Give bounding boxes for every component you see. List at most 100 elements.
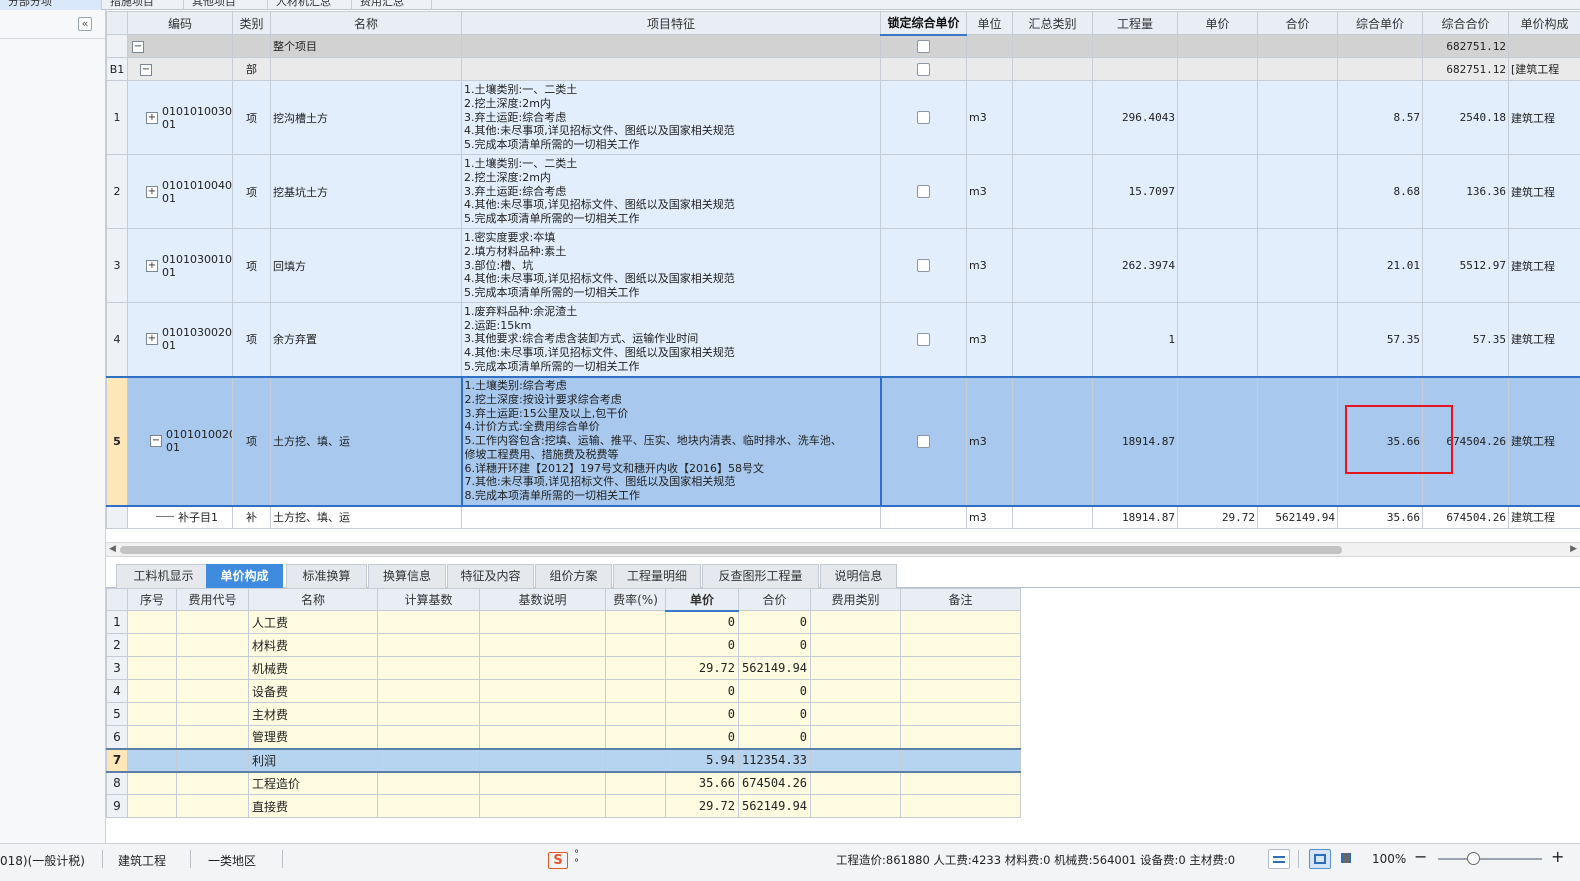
item-features[interactable]: 1.密实度要求:夲填 2.填方材料品种:素土 3.部位:槽、坑 4.其他:未尽事项,详… bbox=[461, 228, 881, 303]
fee-unit-price[interactable]: 0 bbox=[665, 725, 739, 749]
horizontal-scrollbar[interactable]: ◀ ▶ bbox=[106, 542, 1580, 557]
top-tab-0[interactable]: 分部分项 bbox=[0, 0, 102, 10]
tab-quantity-details[interactable]: 工程量明细 bbox=[613, 564, 701, 588]
fee-code[interactable] bbox=[176, 656, 249, 680]
tax-mode-text[interactable]: 018)(一般计税) bbox=[0, 852, 85, 869]
fee-remark[interactable] bbox=[900, 771, 1021, 795]
fee-base-desc[interactable] bbox=[479, 656, 606, 680]
fee-remark[interactable] bbox=[900, 679, 1021, 703]
fee-seq[interactable] bbox=[127, 747, 177, 773]
expand-icon[interactable]: + bbox=[146, 111, 158, 124]
fee-category[interactable] bbox=[810, 633, 901, 657]
fee-calc-base[interactable] bbox=[377, 794, 480, 818]
fee-unit-price[interactable]: 0 bbox=[665, 679, 739, 703]
fee-name[interactable]: 主材费 bbox=[248, 702, 378, 726]
top-tab-3[interactable]: 人材机汇总 bbox=[268, 0, 352, 10]
lower-header-calc-base[interactable]: 计算基数 bbox=[377, 588, 480, 611]
fee-total[interactable]: 562149.94 bbox=[738, 656, 811, 680]
header-composite-price[interactable]: 综合单价 bbox=[1337, 11, 1423, 35]
fee-rate[interactable] bbox=[605, 633, 666, 657]
fee-base-desc[interactable] bbox=[479, 633, 606, 657]
list-item[interactable]: 4 设备费 0 0 bbox=[106, 679, 1021, 703]
fee-total[interactable]: 0 bbox=[738, 633, 811, 657]
top-tab-4[interactable]: 费用汇总 bbox=[352, 0, 432, 10]
fee-total[interactable]: 0 bbox=[738, 725, 811, 749]
layout-view-2-icon[interactable] bbox=[1309, 849, 1331, 869]
table-row[interactable]: 2 +0101010040 01 项挖基坑土方 1.土壤类别:一、二类土 2.挖土深度:2… bbox=[106, 154, 1580, 229]
tab-price-composition[interactable]: 单价构成 bbox=[206, 564, 283, 588]
fee-unit-price[interactable]: 0 bbox=[665, 633, 739, 657]
fee-base-desc[interactable] bbox=[479, 610, 606, 634]
ime-icon[interactable]: ° ° bbox=[574, 850, 579, 869]
table-row-summary[interactable]: − 整个项目 682751.12 bbox=[106, 34, 1580, 58]
fee-rate[interactable] bbox=[605, 610, 666, 634]
tab-description-info[interactable]: 说明信息 bbox=[820, 564, 897, 588]
fee-base-desc[interactable] bbox=[479, 747, 606, 773]
header-lock-price[interactable]: 锁定综合单价 bbox=[880, 11, 967, 36]
fee-remark[interactable] bbox=[900, 610, 1021, 634]
fee-name[interactable]: 管理费 bbox=[248, 725, 378, 749]
lower-header-unit-price[interactable]: 单价 bbox=[665, 588, 739, 612]
fee-total[interactable]: 0 bbox=[738, 679, 811, 703]
fee-rate[interactable] bbox=[605, 725, 666, 749]
lock-price-checkbox[interactable] bbox=[917, 185, 930, 199]
fee-remark[interactable] bbox=[900, 747, 1021, 773]
item-features[interactable]: 1.土壤类别:一、二类土 2.挖土深度:2m内 3.弃土运距:综合考虑 4.其他:未尽… bbox=[461, 154, 881, 229]
list-item[interactable]: 7 利润 5.94 112354.33 bbox=[106, 747, 1021, 773]
list-item[interactable]: 3 机械费 29.72 562149.94 bbox=[106, 656, 1021, 680]
tab-pricing-scheme[interactable]: 组价方案 bbox=[535, 564, 612, 588]
fee-seq[interactable] bbox=[127, 610, 177, 634]
fee-seq[interactable] bbox=[127, 771, 177, 795]
lower-header-name[interactable]: 名称 bbox=[248, 588, 378, 611]
scroll-right-icon[interactable]: ▶ bbox=[1570, 544, 1577, 554]
fee-total[interactable]: 112354.33 bbox=[738, 747, 811, 773]
fee-calc-base[interactable] bbox=[377, 747, 480, 773]
zoom-slider-knob[interactable] bbox=[1467, 852, 1480, 865]
fee-seq[interactable] bbox=[127, 633, 177, 657]
fee-code[interactable] bbox=[176, 771, 249, 795]
layout-view-1-icon[interactable] bbox=[1268, 849, 1290, 869]
fee-rate[interactable] bbox=[605, 771, 666, 795]
table-row[interactable]: 5−0101010020 01 项土方挖、填、运 1.土壤类别:综合考虑 2.挖土深度:… bbox=[106, 375, 1580, 507]
lock-price-checkbox[interactable] bbox=[917, 434, 931, 448]
list-item[interactable]: 2 材料费 0 0 bbox=[106, 633, 1021, 657]
fee-remark[interactable] bbox=[900, 656, 1021, 680]
top-tab-1[interactable]: 措施项目 bbox=[102, 0, 184, 10]
fee-unit-price[interactable]: 29.72 bbox=[665, 656, 739, 680]
scrollbar-thumb[interactable] bbox=[120, 546, 1342, 554]
table-row[interactable]: 1 +0101010030 01 项挖沟槽土方 1.土壤类别:一、二类土 2.挖土深度:2… bbox=[106, 80, 1580, 155]
header-name[interactable]: 名称 bbox=[270, 11, 462, 35]
fee-seq[interactable] bbox=[127, 679, 177, 703]
fee-unit-price[interactable]: 0 bbox=[665, 610, 739, 634]
lower-header-fee-code[interactable]: 费用代号 bbox=[176, 588, 249, 611]
fee-seq[interactable] bbox=[127, 725, 177, 749]
tab-features-content[interactable]: 特征及内容 bbox=[447, 564, 534, 588]
fee-name[interactable]: 直接费 bbox=[248, 794, 378, 818]
fee-code[interactable] bbox=[176, 725, 249, 749]
fee-name[interactable]: 机械费 bbox=[248, 656, 378, 680]
list-item[interactable]: 6 管理费 0 0 bbox=[106, 725, 1021, 749]
project-type-text[interactable]: 建筑工程 bbox=[118, 852, 166, 869]
table-row-part[interactable]: B1 − 部 682751.12 [建筑工程 bbox=[106, 57, 1580, 81]
lock-price-checkbox[interactable] bbox=[917, 40, 930, 53]
header-composite-total[interactable]: 综合合价 bbox=[1422, 11, 1509, 35]
lower-header-base-desc[interactable]: 基数说明 bbox=[479, 588, 606, 611]
item-features[interactable]: 1.废弃料品种:余泥渣土 2.运距:15km 3.其他要求:综合考虑含装卸方式、运输… bbox=[461, 302, 881, 377]
fee-rate[interactable] bbox=[605, 679, 666, 703]
tab-labor-material-machine[interactable]: 工料机显示 bbox=[116, 564, 211, 588]
fee-name[interactable]: 材料费 bbox=[248, 633, 378, 657]
lock-price-checkbox[interactable] bbox=[917, 62, 930, 76]
lower-header-fee-category[interactable]: 费用类别 bbox=[810, 588, 901, 611]
collapse-icon[interactable]: − bbox=[140, 64, 152, 76]
fee-category[interactable] bbox=[810, 771, 901, 795]
fee-name[interactable]: 工程造价 bbox=[248, 771, 378, 795]
fee-base-desc[interactable] bbox=[479, 725, 606, 749]
table-row-sub-item[interactable]: 补子目1 补 土方挖、填、运 m3 18914.87 29.72 562149.… bbox=[106, 505, 1580, 529]
zoom-out-icon[interactable]: − bbox=[1414, 847, 1427, 866]
fee-unit-price[interactable]: 0 bbox=[665, 702, 739, 726]
fee-code[interactable] bbox=[176, 794, 249, 818]
expand-icon[interactable]: + bbox=[146, 185, 158, 198]
fee-calc-base[interactable] bbox=[377, 610, 480, 634]
header-code[interactable]: 编码 bbox=[127, 11, 233, 35]
fee-total[interactable]: 674504.26 bbox=[738, 771, 811, 795]
